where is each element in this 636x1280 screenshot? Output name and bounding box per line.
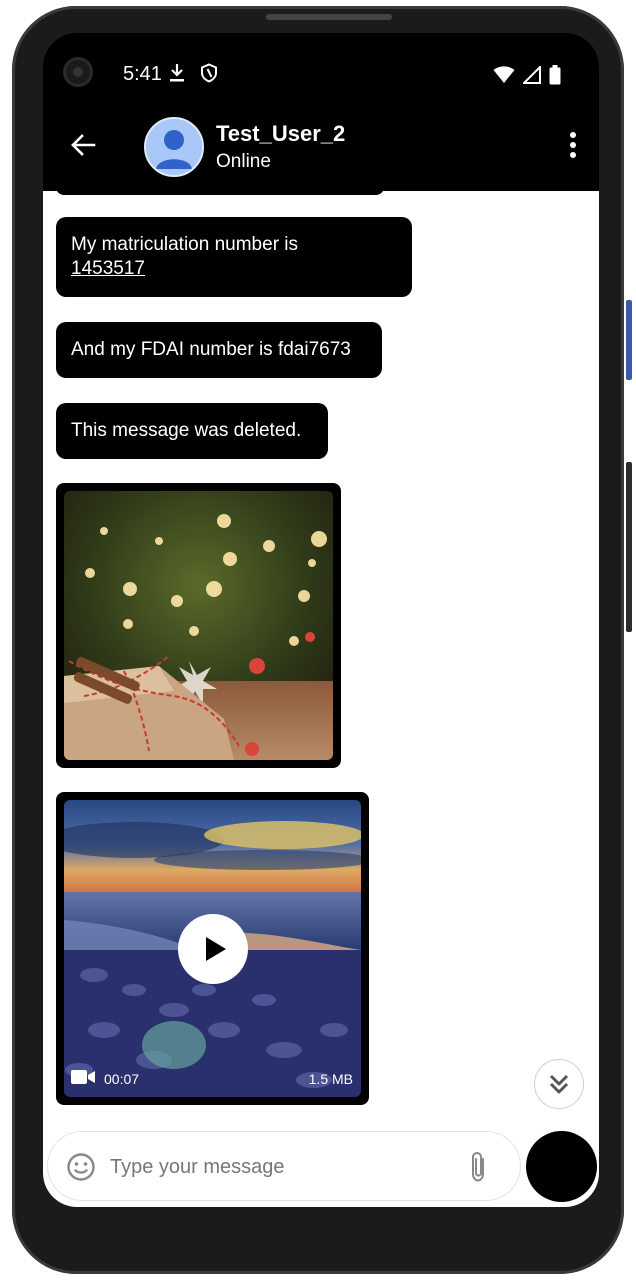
deleted-message-bubble[interactable]: This message was deleted. bbox=[56, 403, 328, 459]
back-arrow-icon[interactable] bbox=[69, 131, 97, 159]
screen: 5:41 Test_User_2 Online My matriculation… bbox=[43, 33, 599, 1207]
message-text: My matriculation number is bbox=[71, 234, 299, 255]
download-icon bbox=[170, 64, 184, 82]
video-thumbnail[interactable]: 00:07 1.5 MB bbox=[64, 800, 361, 1097]
person-icon bbox=[156, 130, 192, 169]
image-message[interactable] bbox=[56, 483, 341, 768]
attachment-icon[interactable] bbox=[466, 1150, 492, 1184]
status-time: 5:41 bbox=[123, 63, 162, 85]
message-bubble[interactable]: My matriculation number is 1453517 bbox=[56, 217, 412, 297]
emoji-icon[interactable] bbox=[66, 1152, 96, 1182]
status-bar: 5:41 bbox=[43, 33, 599, 113]
video-duration: 00:07 bbox=[104, 1071, 140, 1087]
contact-status: Online bbox=[216, 151, 271, 172]
christmas-gift-photo[interactable] bbox=[64, 491, 333, 760]
message-bubble[interactable]: And my FDAI number is fdai7673 bbox=[56, 322, 382, 378]
message-input[interactable] bbox=[108, 1148, 452, 1186]
message-input-container[interactable] bbox=[47, 1131, 521, 1201]
shield-icon bbox=[201, 63, 217, 83]
matriculation-number-link[interactable]: 1453517 bbox=[71, 258, 145, 279]
front-camera bbox=[63, 57, 93, 87]
scroll-to-bottom-button[interactable] bbox=[534, 1059, 584, 1109]
video-camera-icon bbox=[71, 1070, 95, 1084]
side-button bbox=[626, 300, 632, 380]
signal-icon bbox=[523, 66, 541, 84]
double-chevron-down-icon bbox=[549, 1074, 569, 1094]
video-size: 1.5 MB bbox=[308, 1071, 353, 1087]
message-text: This message was deleted. bbox=[71, 420, 302, 441]
battery-icon bbox=[549, 65, 561, 85]
contact-name[interactable]: Test_User_2 bbox=[216, 121, 345, 147]
home-indicator[interactable] bbox=[244, 1193, 398, 1199]
message-list[interactable]: My matriculation number is 1453517 And m… bbox=[43, 191, 599, 1131]
play-icon bbox=[206, 937, 226, 961]
avatar[interactable] bbox=[144, 117, 204, 177]
volume-button bbox=[626, 462, 632, 632]
message-text: And my FDAI number is fdai7673 bbox=[71, 339, 351, 360]
speaker-grille bbox=[266, 14, 392, 20]
message-bubble-partial[interactable] bbox=[56, 191, 384, 195]
play-button[interactable] bbox=[178, 914, 248, 984]
wifi-icon bbox=[493, 66, 515, 83]
chat-header: Test_User_2 Online bbox=[43, 113, 599, 191]
more-options-icon[interactable] bbox=[569, 131, 577, 159]
send-button[interactable] bbox=[526, 1131, 597, 1202]
video-message[interactable]: 00:07 1.5 MB bbox=[56, 792, 369, 1105]
